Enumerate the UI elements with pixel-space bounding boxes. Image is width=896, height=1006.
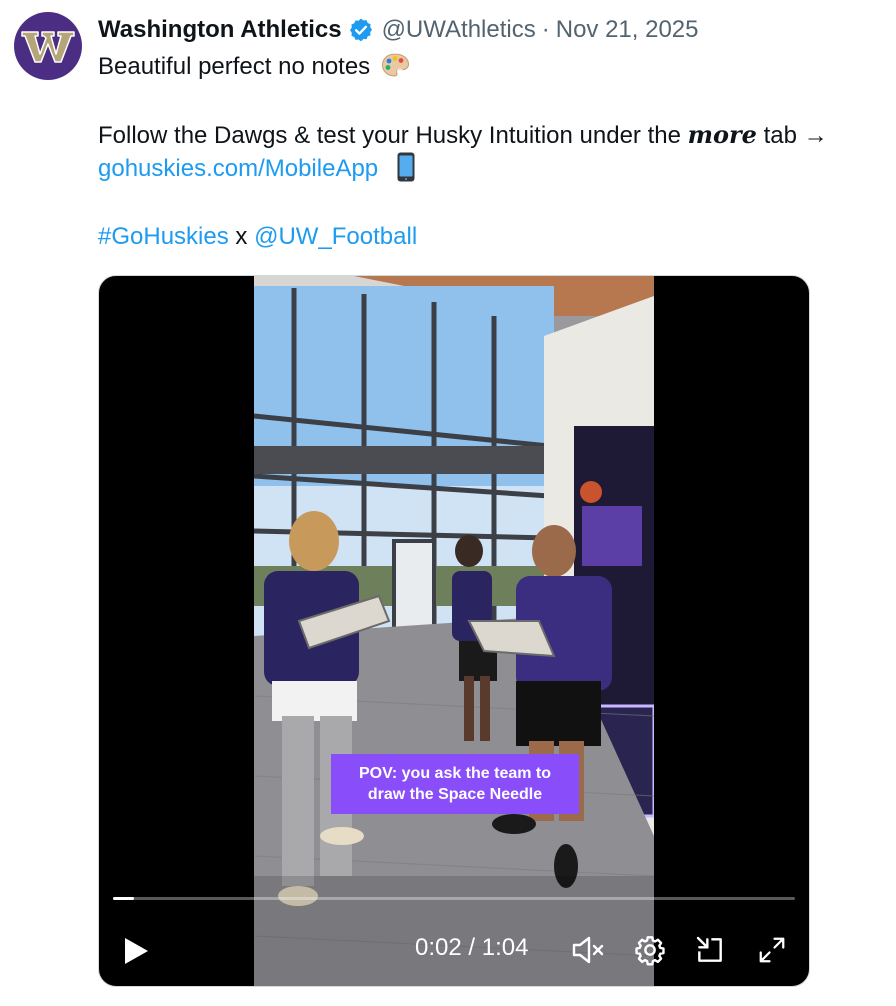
picture-in-picture-button[interactable] bbox=[692, 932, 728, 968]
gear-icon bbox=[635, 936, 665, 966]
play-icon bbox=[125, 938, 148, 964]
video-time-display: 0:02 / 1:04 bbox=[415, 934, 529, 961]
tweet-header: Washington Athletics @UWAthletics · Nov … bbox=[98, 14, 699, 46]
video-caption-line-2: draw the Space Needle bbox=[367, 786, 543, 803]
uw-w-logo-icon bbox=[21, 31, 75, 63]
hashtag-link[interactable]: #GoHuskies bbox=[98, 223, 229, 250]
author-avatar[interactable] bbox=[14, 12, 82, 80]
video-progress-fill bbox=[113, 897, 135, 900]
fullscreen-button[interactable] bbox=[754, 932, 790, 968]
verified-badge-icon bbox=[349, 18, 372, 42]
more-emphasis: more bbox=[687, 120, 757, 149]
video-caption: POV: you ask the team to draw the Space … bbox=[331, 754, 579, 814]
video-scene-image bbox=[254, 276, 654, 986]
tweet: Washington Athletics @UWAthletics · Nov … bbox=[0, 0, 896, 1006]
mention-link[interactable]: @UW_Football bbox=[254, 223, 417, 250]
tweet-line-1-text: Beautiful perfect no notes bbox=[98, 53, 371, 80]
x-word: x bbox=[235, 223, 248, 250]
tweet-date[interactable]: Nov 21, 2025 bbox=[556, 16, 699, 44]
video-progress-bar[interactable] bbox=[113, 897, 795, 900]
mobile-app-link[interactable]: gohuskies.com/MobileApp bbox=[98, 155, 378, 182]
video-controls: 0:02 / 1:04 bbox=[99, 926, 809, 972]
tweet-line-2-prefix: Follow the Dawgs & test your Husky Intui… bbox=[98, 122, 688, 149]
play-button[interactable] bbox=[119, 934, 153, 968]
picture-in-picture-icon bbox=[696, 936, 722, 962]
tweet-line-1: Beautiful perfect no notes bbox=[98, 50, 888, 84]
artist-palette-emoji-icon bbox=[381, 53, 409, 77]
tweet-line-3: gohuskies.com/MobileApp bbox=[98, 152, 888, 186]
settings-button[interactable] bbox=[632, 932, 668, 968]
video-caption-line-1: POV: you ask the team to bbox=[358, 765, 552, 782]
video-player[interactable]: POV: you ask the team to draw the Space … bbox=[98, 275, 810, 987]
mobile-phone-emoji-icon bbox=[397, 152, 415, 182]
tweet-line-2: Follow the Dawgs & test your Husky Intui… bbox=[98, 118, 888, 152]
meta-separator: · bbox=[541, 16, 550, 43]
fullscreen-icon bbox=[759, 937, 785, 963]
video-frame[interactable] bbox=[254, 276, 654, 986]
tweet-text: Beautiful perfect no notes Follow the Da… bbox=[98, 50, 888, 254]
author-display-name[interactable]: Washington Athletics bbox=[98, 16, 342, 44]
mute-button[interactable] bbox=[569, 932, 609, 968]
tweet-line-2-suffix: tab → bbox=[756, 122, 828, 149]
muted-speaker-icon bbox=[572, 936, 604, 964]
tweet-line-4: #GoHuskies x @UW_Football bbox=[98, 220, 888, 254]
author-handle[interactable]: @UWAthletics bbox=[382, 16, 536, 44]
